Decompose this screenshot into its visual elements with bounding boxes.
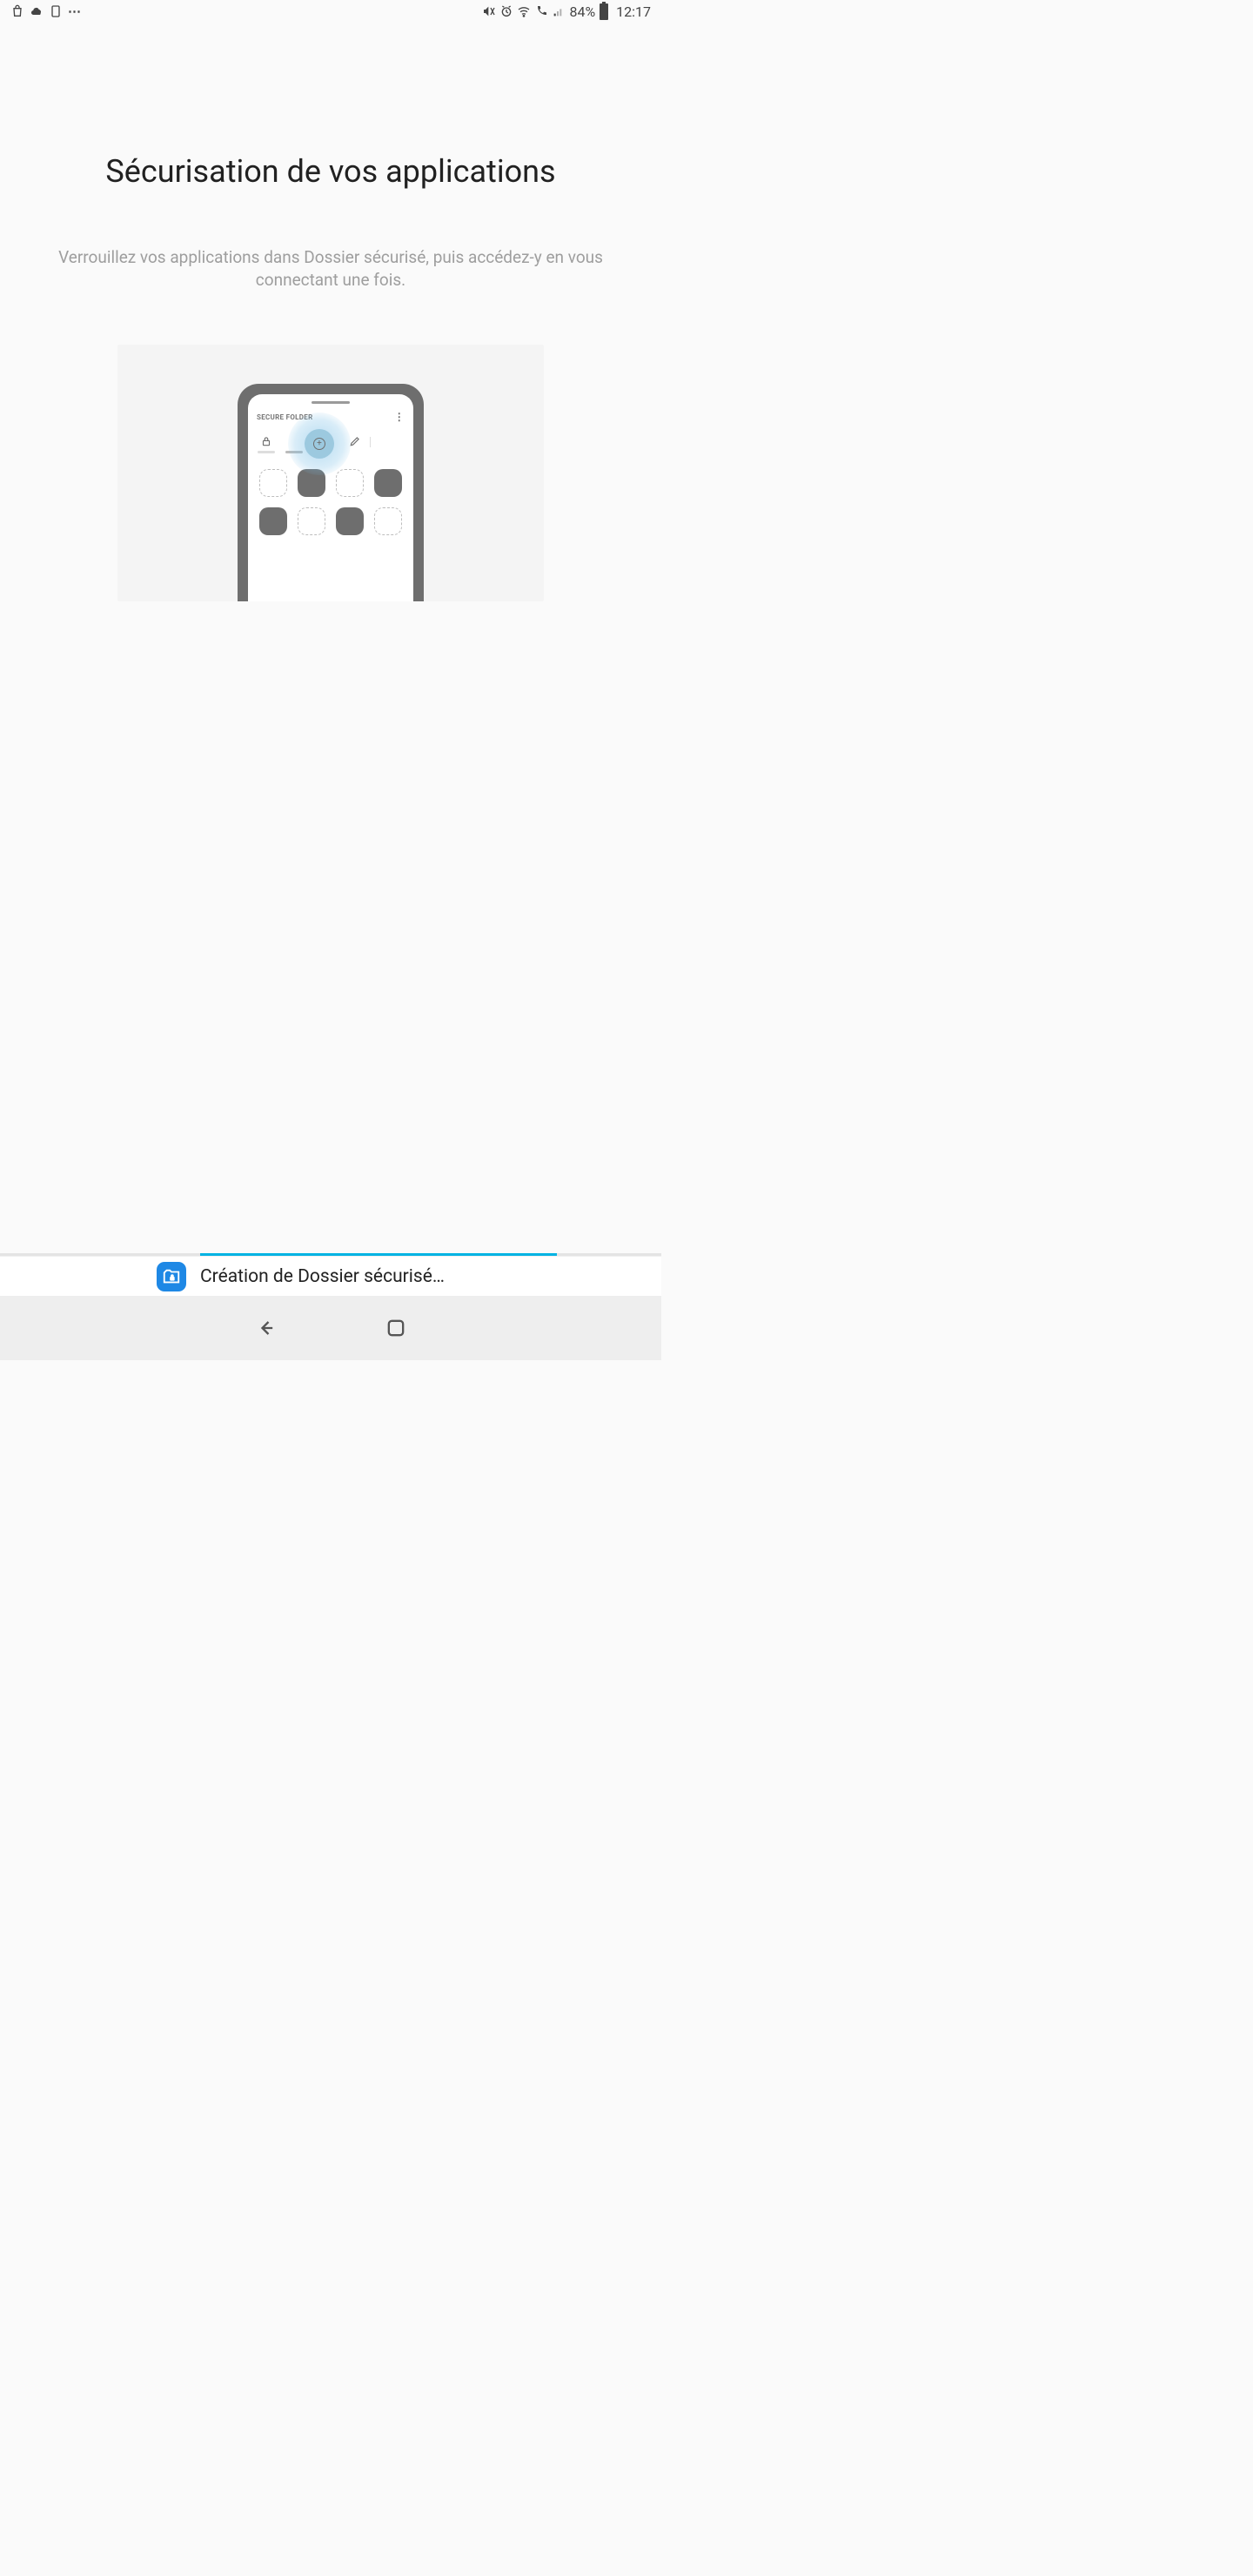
status-right-icons: 84% 12:17 [482, 3, 651, 20]
page-title: Sécurisation de vos applications [0, 153, 661, 191]
more-notifications-icon: ⋯ [68, 3, 83, 19]
shopping-bag-icon [10, 4, 24, 18]
add-touch-halo: + [288, 413, 351, 475]
progress-fill [200, 1253, 557, 1256]
status-left-icons: ⋯ [10, 3, 83, 19]
clock-time: 12:17 [616, 3, 651, 20]
wifi-icon [517, 4, 531, 18]
battery-percent: 84% [569, 3, 595, 20]
secure-folder-icon [157, 1262, 186, 1291]
app-tile-filled [336, 507, 364, 535]
app-tile-filled [374, 469, 402, 497]
lock-icon [258, 435, 274, 453]
wifi-calling-icon [534, 4, 548, 18]
onboarding-page: Sécurisation de vos applications Verroui… [0, 23, 661, 1253]
app-tile-empty [336, 469, 364, 497]
page-subtitle: Verrouillez vos applications dans Dossie… [0, 246, 661, 291]
cloud-sync-icon [30, 4, 44, 18]
footer-status: Création de Dossier sécurisé… [0, 1256, 661, 1296]
footer-status-text: Création de Dossier sécurisé… [200, 1266, 445, 1287]
alarm-icon [499, 4, 513, 18]
plus-circle-icon: + [313, 438, 325, 450]
phone-mockup: SECURE FOLDER ⋮ + [238, 384, 424, 601]
battery-icon [599, 4, 609, 18]
sim-card-icon [49, 4, 63, 18]
navigation-bar [0, 1296, 661, 1360]
app-tile-filled [259, 507, 287, 535]
back-button[interactable] [248, 1311, 283, 1345]
home-button[interactable] [379, 1311, 413, 1345]
mute-vibrate-icon [482, 4, 496, 18]
status-bar: ⋯ 84% 12:17 [0, 0, 661, 23]
app-tile-empty [298, 507, 325, 535]
app-tile-empty [374, 507, 402, 535]
illustration: SECURE FOLDER ⋮ + [0, 345, 661, 601]
signal-icon [552, 4, 566, 18]
app-grid [255, 469, 406, 535]
app-tile-empty [259, 469, 287, 497]
more-vert-icon: ⋮ [394, 411, 405, 423]
progress-bar [0, 1253, 661, 1256]
